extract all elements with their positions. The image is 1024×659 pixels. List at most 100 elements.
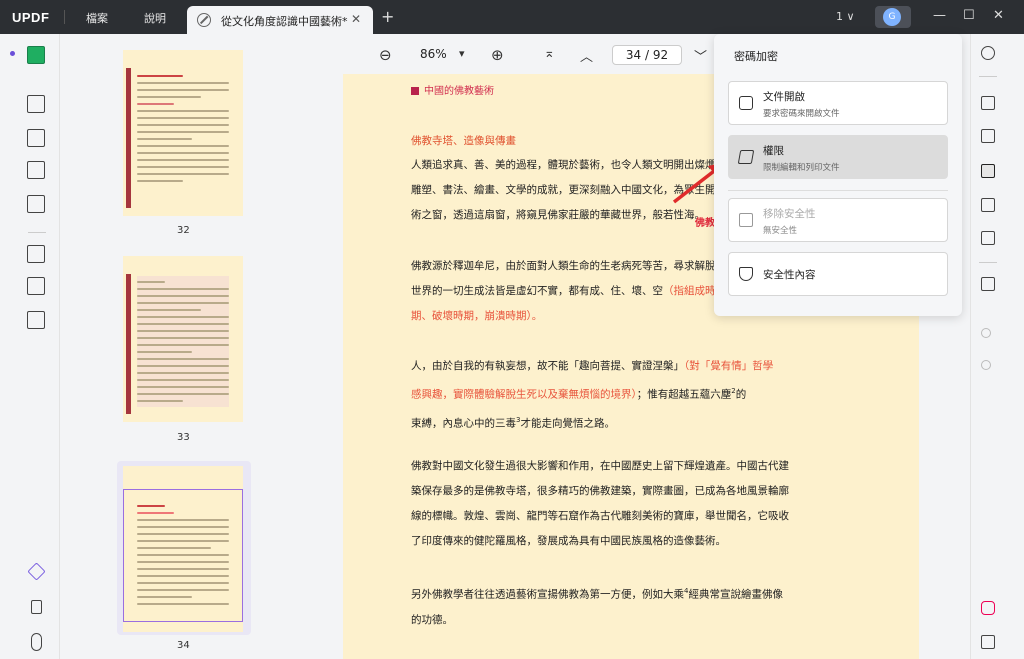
- page-red-edge: [126, 68, 131, 208]
- thumbnail-page[interactable]: [123, 50, 243, 216]
- tab-close-icon[interactable]: ✕: [351, 12, 361, 26]
- text-span-red: （指組成時: [663, 285, 716, 297]
- annotation-label: 佛教: [695, 218, 715, 229]
- menu-file[interactable]: 檔案: [86, 10, 108, 26]
- paragraph-3: 人，由於自我的有執妄想，故不能「趣向菩提、實證涅槃」（對「覺有情」哲學 感興趣，…: [411, 354, 774, 437]
- paragraph-4: 佛教對中國文化發生過很大影響和作用，在中國歷史上留下輝煌遺產。中國古代建 築保存…: [411, 454, 789, 554]
- divider: [28, 232, 46, 233]
- title-bar: UPDF 檔案 說明 從文化角度認識中國藝術* ✕ + 1 ∨ G — ☐ ✕: [0, 0, 1024, 34]
- section-subheading: 佛教寺塔、造像與傳畫: [411, 135, 516, 147]
- form-icon[interactable]: [27, 161, 45, 179]
- tab-document[interactable]: 從文化角度認識中國藝術* ✕: [187, 6, 373, 34]
- text-line: 了印度傳來的健陀羅風格，發展成為具有中國民族風格的造像藝術。: [411, 535, 726, 547]
- next-page-button[interactable]: ﹀: [694, 46, 707, 65]
- save-icon[interactable]: [981, 277, 995, 291]
- text-line: 築保存最多的是佛教寺塔，很多精巧的佛教建築，實際畫圖，已成為各地風景輪廓: [411, 485, 789, 497]
- permissions-option[interactable]: 權限 限制編輯和列印文件: [728, 135, 948, 179]
- layers-icon[interactable]: [27, 562, 46, 581]
- text-line: 感興趣，實際體驗解脫生死以及棄無煩惱的境界）；惟有超越五蘊六塵2的: [411, 379, 771, 408]
- text-line: 另外佛教學者往往透過藝術宣揚佛教為第一方便，例如大乘4經典常宣說繪畫佛像: [411, 579, 783, 608]
- avatar-initial: G: [883, 8, 901, 26]
- close-button[interactable]: ✕: [993, 8, 1004, 23]
- edit-text-icon[interactable]: [27, 129, 45, 147]
- ocr-icon[interactable]: [981, 96, 995, 110]
- text-span: ；惟有超越五蘊六塵: [636, 388, 732, 401]
- thumbnail-panel: 32 33 34: [60, 34, 314, 659]
- document-lock-icon: [739, 96, 753, 110]
- share-icon[interactable]: [981, 198, 995, 212]
- right-toolbar: [970, 34, 1024, 659]
- text-span: 另外佛教學者往往透過藝術宣揚佛教為第一方便，例如大乘: [411, 588, 684, 601]
- option-description: 限制編輯和列印文件: [763, 163, 840, 173]
- divider: [728, 190, 948, 191]
- reader-icon[interactable]: [27, 46, 45, 64]
- shield-icon: [739, 267, 753, 281]
- open-password-option[interactable]: 文件開啟 要求密碼來開啟文件: [728, 81, 948, 125]
- undo-icon[interactable]: [981, 328, 991, 338]
- protect-icon[interactable]: [981, 164, 995, 178]
- text-line: 佛教對中國文化發生過很大影響和作用，在中國歷史上留下輝煌遺產。中國古代建: [411, 460, 789, 472]
- thumbnail-page[interactable]: [123, 466, 243, 632]
- window-count-dropdown[interactable]: 1 ∨: [836, 10, 855, 23]
- option-label: 移除安全性: [763, 208, 816, 220]
- highlight-icon[interactable]: [27, 95, 45, 113]
- text-line: 束縛，內息心中的三毒3才能走向覺悟之路。: [411, 408, 771, 437]
- text-line: 人，由於自我的有執妄想，故不能「趣向菩提、實證涅槃」（對「覺有情」哲學: [411, 354, 774, 379]
- tools-icon[interactable]: [27, 311, 45, 329]
- text-span: 束縛，內息心中的三毒: [411, 417, 516, 429]
- remove-security-option: 移除安全性 無安全性: [728, 198, 948, 242]
- organize-pages-icon[interactable]: [27, 245, 45, 263]
- updf-logo: UPDF: [12, 10, 50, 25]
- menu-help[interactable]: 說明: [144, 10, 166, 26]
- comment-icon[interactable]: [981, 635, 995, 649]
- edit-icon: [737, 150, 755, 164]
- text-span: 才能走向覺悟之路。: [520, 417, 615, 429]
- text-span: 世界的一切生成法皆是虛幻不實，都有成、住、壞、空: [411, 285, 663, 297]
- option-label: 權限: [763, 145, 784, 157]
- attachment-icon[interactable]: [31, 633, 42, 651]
- zoom-in-button[interactable]: ⊕: [491, 46, 504, 64]
- option-description: 無安全性: [763, 226, 798, 236]
- option-label: 安全性內容: [763, 269, 816, 281]
- maximize-button[interactable]: ☐: [963, 8, 975, 23]
- text-span: 人，由於自我的有執妄想，故不能「趣向菩提、實證涅槃」: [411, 360, 684, 372]
- minimize-button[interactable]: —: [933, 8, 946, 23]
- security-properties-option[interactable]: 安全性內容: [728, 252, 948, 296]
- tab-title: 從文化角度認識中國藝術*: [221, 15, 348, 28]
- zoom-out-button[interactable]: ⊖: [379, 46, 392, 64]
- panel-title: 密碼加密: [734, 50, 778, 63]
- text-span-red: （對「覺有情」哲學: [684, 360, 774, 372]
- search-icon[interactable]: [981, 46, 995, 60]
- zoom-level[interactable]: 86%: [420, 47, 447, 61]
- email-icon[interactable]: [981, 231, 995, 245]
- indicator-dot: [10, 51, 15, 56]
- divider: [979, 262, 997, 263]
- page-red-edge: [126, 274, 131, 414]
- left-toolbar: [0, 34, 60, 659]
- fill-sign-icon[interactable]: [27, 195, 45, 213]
- paragraph-5: 另外佛教學者往往透過藝術宣揚佛教為第一方便，例如大乘4經典常宣說繪畫佛像 的功德…: [411, 579, 783, 633]
- page-number-input[interactable]: 34 / 92: [612, 45, 682, 65]
- zoom-dropdown-icon[interactable]: ▾: [459, 47, 465, 60]
- thumbnail-label: 34: [177, 640, 190, 651]
- divider: [64, 10, 65, 24]
- first-page-button[interactable]: ⌅: [544, 46, 555, 61]
- unlock-icon: [739, 213, 753, 227]
- updf-ai-icon[interactable]: [981, 601, 995, 615]
- password-security-panel: 密碼加密 文件開啟 要求密碼來開啟文件 權限 限制編輯和列印文件 移除安全性 無…: [714, 34, 962, 316]
- convert-icon[interactable]: [981, 129, 995, 143]
- text-line: 的功德。: [411, 613, 453, 626]
- avatar[interactable]: G: [875, 6, 911, 28]
- doc-status-icon: [197, 13, 211, 27]
- text-span-red: 感興趣，實際體驗解脫生死以及棄無煩惱的境界）: [411, 388, 637, 401]
- bookmark-icon[interactable]: [31, 600, 42, 614]
- thumbnail-label: 33: [177, 432, 190, 443]
- text-span: 的: [735, 388, 747, 401]
- divider: [979, 76, 997, 77]
- prev-page-button[interactable]: ︿: [580, 46, 593, 65]
- thumbnail-page[interactable]: [123, 256, 243, 422]
- redo-icon[interactable]: [981, 360, 991, 370]
- add-tab-button[interactable]: +: [381, 7, 394, 26]
- chapter-heading: 中國的佛教藝術: [411, 82, 494, 97]
- crop-icon[interactable]: [27, 277, 45, 295]
